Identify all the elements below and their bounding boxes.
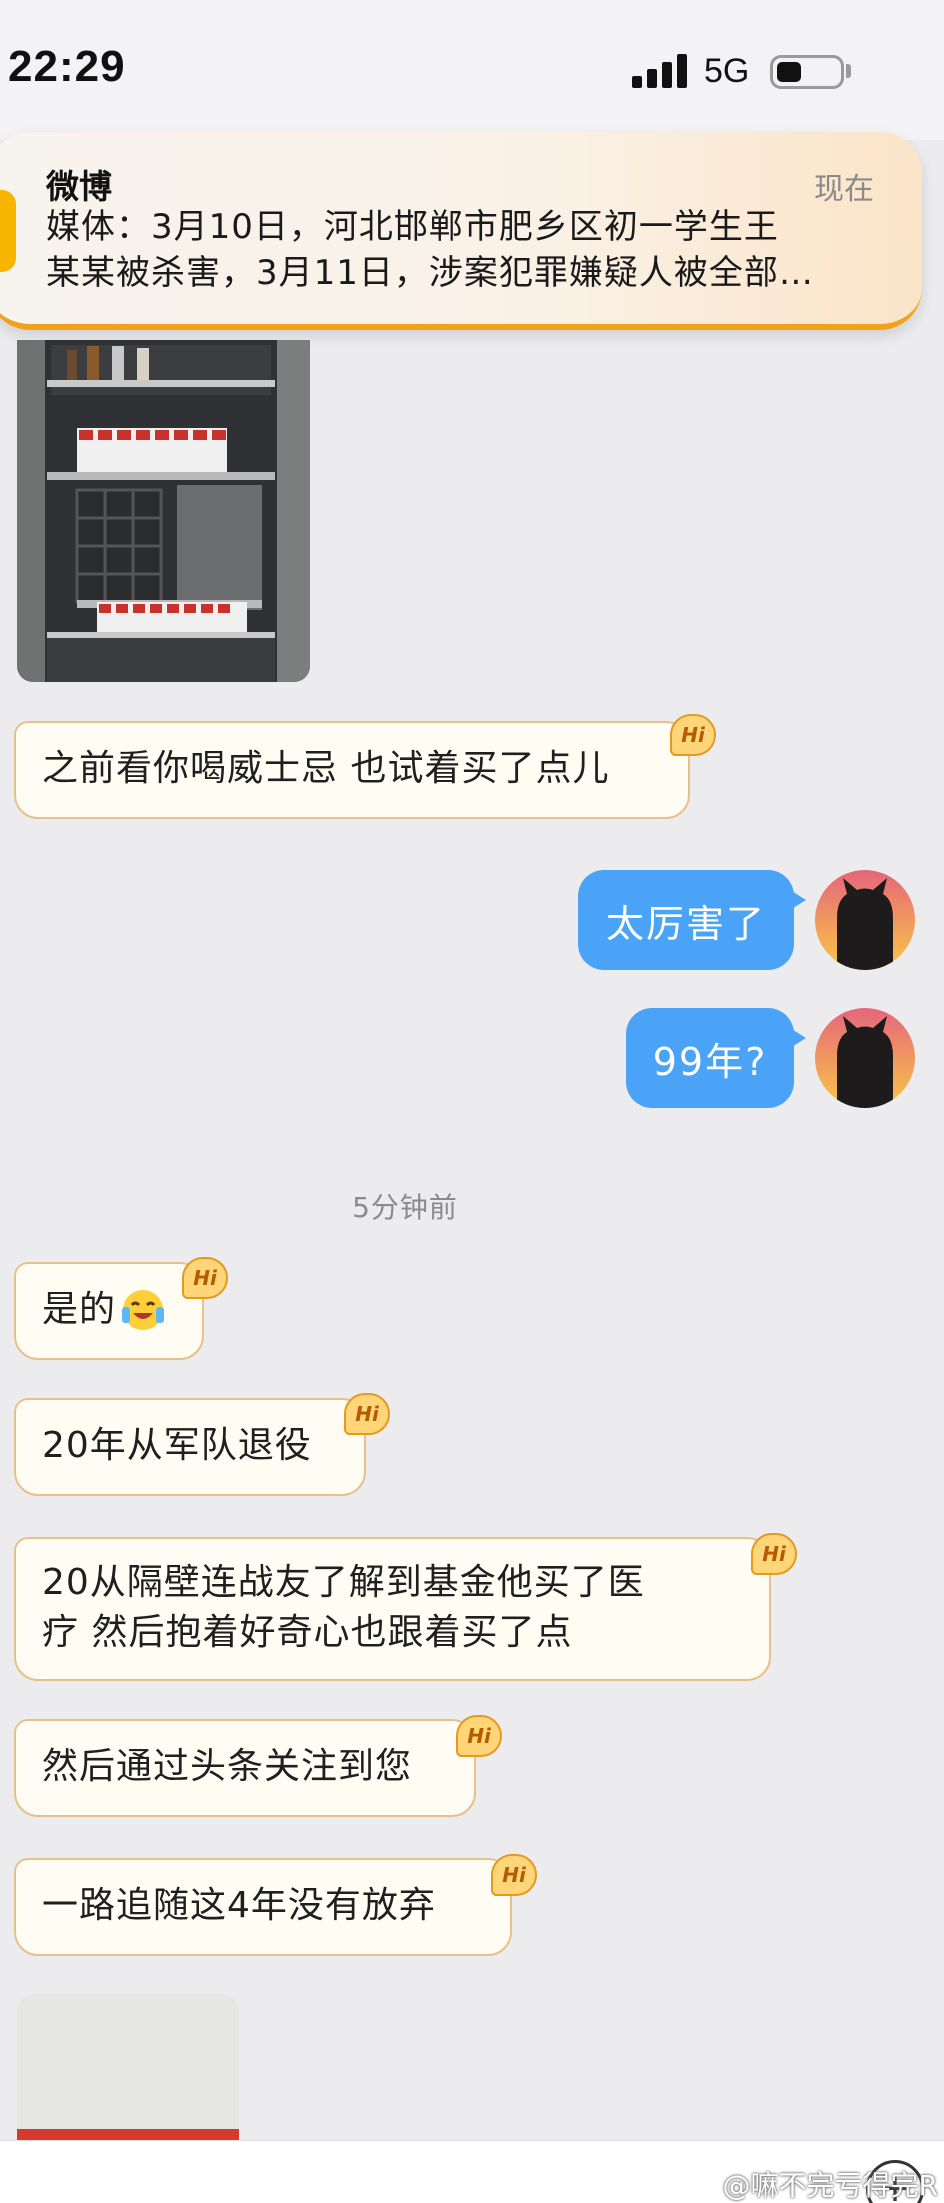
message-bubble-incoming[interactable]: 是的 xyxy=(14,1262,204,1360)
notification-body: 媒体：3月10日，河北邯郸市肥乡区初一学生王 某某被杀害，3月11日，涉案犯罪嫌… xyxy=(46,204,886,296)
hi-badge-icon: Hi xyxy=(491,1854,537,1896)
user-avatar[interactable] xyxy=(815,1008,915,1108)
status-time: 22:29 xyxy=(8,42,126,91)
weibo-app-icon xyxy=(0,190,16,272)
message-text-line-2: 疗 然后抱着好奇心也跟着买了点 xyxy=(42,1612,573,1653)
bottom-photo xyxy=(17,1994,239,2144)
message-bubble-incoming[interactable]: 20从隔壁连战友了解到基金他买了医 疗 然后抱着好奇心也跟着买了点 xyxy=(14,1537,771,1681)
battery-cap xyxy=(846,64,851,78)
hi-badge-icon: Hi xyxy=(456,1715,502,1757)
notification-time: 现在 xyxy=(814,172,874,207)
message-bubble-incoming[interactable]: 然后通过头条关注到您 xyxy=(14,1719,476,1817)
notification-app-name: 微博 xyxy=(46,167,112,206)
message-text: 99年? xyxy=(652,1039,768,1084)
chat-image-cabinet[interactable] xyxy=(17,340,310,682)
battery-icon xyxy=(770,55,844,89)
cat-silhouette-icon xyxy=(837,1016,893,1108)
hi-badge-icon: Hi xyxy=(670,714,716,756)
notification-line-1: 媒体：3月10日，河北邯郸市肥乡区初一学生王 xyxy=(46,207,779,247)
notification-line-2: 某某被杀害，3月11日，涉案犯罪嫌疑人被全部… xyxy=(46,253,814,293)
message-text: 一路追随这4年没有放弃 xyxy=(42,1885,436,1926)
status-bar: 22:29 5G xyxy=(0,0,944,140)
hi-badge-icon: Hi xyxy=(751,1533,797,1575)
message-text: 之前看你喝威士忌 也试着买了点儿 xyxy=(42,748,610,789)
chat-image-bottom[interactable] xyxy=(17,1994,239,2144)
hi-badge-icon: Hi xyxy=(344,1393,390,1435)
weibo-notification-banner[interactable]: 微博 现在 媒体：3月10日，河北邯郸市肥乡区初一学生王 某某被杀害，3月11日… xyxy=(0,132,922,330)
cat-silhouette-icon xyxy=(837,878,893,970)
watermark: @嘛不完亏得完R xyxy=(722,2169,938,2202)
time-separator: 5分钟前 xyxy=(352,1191,458,1224)
network-type: 5G xyxy=(704,52,750,90)
message-bubble-incoming[interactable]: 一路追随这4年没有放弃 xyxy=(14,1858,512,1956)
user-avatar[interactable] xyxy=(815,870,915,970)
message-text: 是的 xyxy=(42,1289,117,1330)
hi-badge-icon: Hi xyxy=(182,1257,228,1299)
cabinet-photo xyxy=(17,340,310,682)
message-bubble-incoming[interactable]: 之前看你喝威士忌 也试着买了点儿 xyxy=(14,721,690,819)
message-text: 然后通过头条关注到您 xyxy=(42,1746,413,1787)
message-bubble-outgoing[interactable]: 99年? xyxy=(626,1008,806,1108)
message-text-line-1: 20从隔壁连战友了解到基金他买了医 xyxy=(42,1562,645,1603)
laughing-crying-emoji xyxy=(120,1287,166,1333)
message-bubble-outgoing[interactable]: 太厉害了 xyxy=(578,870,806,970)
message-text: 20年从军队退役 xyxy=(42,1425,312,1466)
message-bubble-incoming[interactable]: 20年从军队退役 xyxy=(14,1398,366,1496)
message-text: 太厉害了 xyxy=(605,901,766,946)
signal-bars-icon xyxy=(632,54,688,88)
